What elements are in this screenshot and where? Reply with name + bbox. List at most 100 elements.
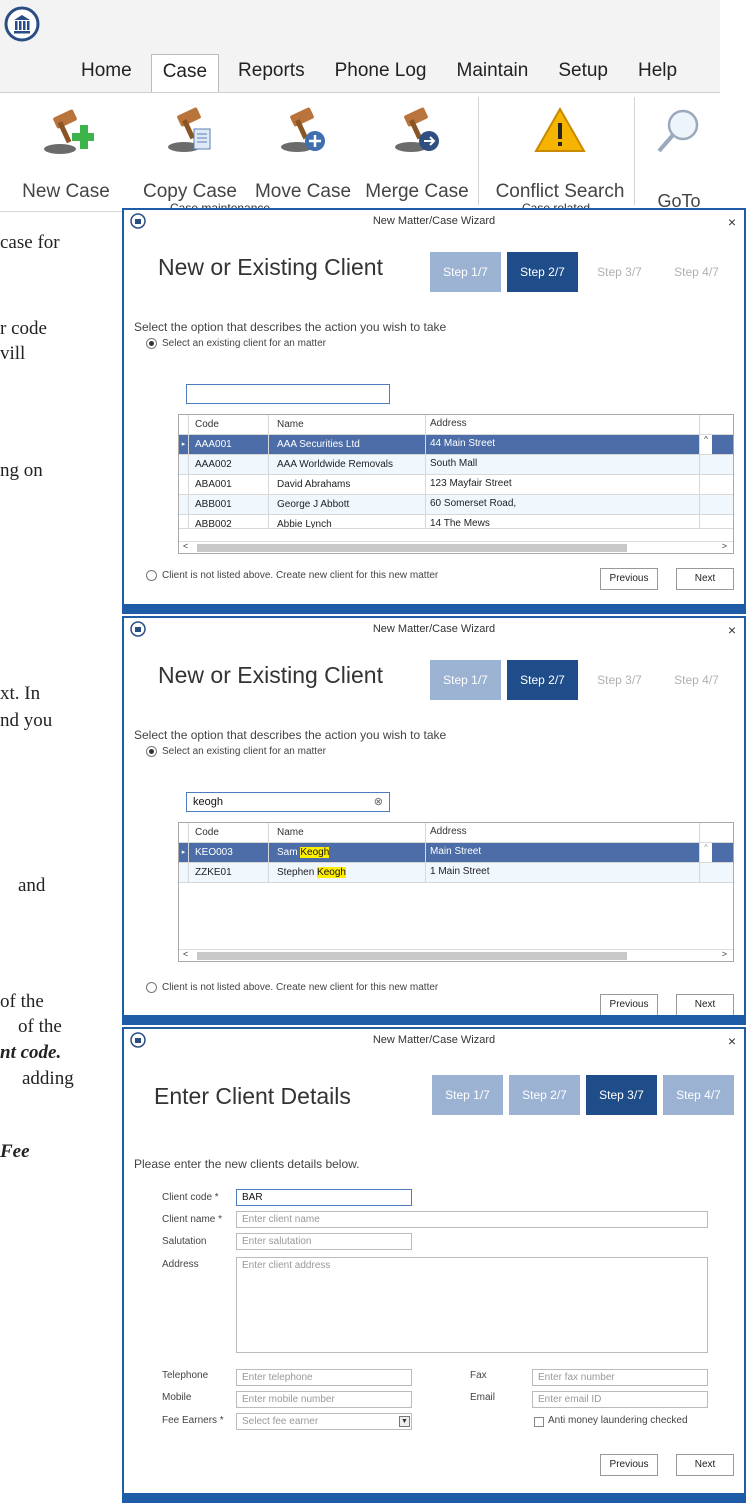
- tab-home[interactable]: Home: [70, 54, 143, 94]
- fax-field[interactable]: Enter fax number: [532, 1369, 708, 1386]
- cell-name: David Abrahams: [269, 475, 426, 494]
- grid-header: Code Name Address: [179, 823, 733, 843]
- mobile-field[interactable]: Enter mobile number: [236, 1391, 412, 1408]
- chevron-down-icon[interactable]: ▼: [399, 1416, 410, 1427]
- window-title: New Matter/Case Wizard: [372, 623, 496, 635]
- tab-maintain[interactable]: Maintain: [446, 54, 540, 94]
- window-footer: [124, 604, 744, 612]
- table-row[interactable]: AAA002 AAA Worldwide Removals South Mall: [179, 455, 733, 475]
- fee-earners-select[interactable]: Select fee earner: [236, 1413, 412, 1430]
- radio-unselected-icon[interactable]: [146, 982, 157, 993]
- cell-name: Sam Keogh: [269, 843, 426, 862]
- move-case-button[interactable]: Move Case: [243, 93, 363, 211]
- doc-text: vill: [0, 343, 26, 364]
- next-button[interactable]: Next: [676, 568, 734, 590]
- column-address[interactable]: Address: [426, 415, 700, 434]
- table-row[interactable]: ABB002 Abbie Lynch 14 The Mews: [179, 515, 733, 529]
- instruction-text: Select the option that describes the act…: [134, 320, 447, 334]
- next-button[interactable]: Next: [676, 1454, 734, 1476]
- scroll-thumb[interactable]: [197, 544, 627, 552]
- email-label: Email: [470, 1392, 496, 1403]
- scroll-left-icon[interactable]: <: [183, 541, 188, 551]
- copy-case-label: Copy Case: [143, 181, 237, 202]
- doc-text: nt code.: [0, 1042, 62, 1063]
- radio-existing-client[interactable]: Select an existing client for an matter: [146, 746, 326, 757]
- table-row[interactable]: ABB001 George J Abbott 60 Somerset Road,: [179, 495, 733, 515]
- radio-unselected-icon[interactable]: [146, 570, 157, 581]
- step-2: Step 2/7: [507, 252, 578, 292]
- table-row[interactable]: ZZKE01 Stephen Keogh 1 Main Street: [179, 863, 733, 883]
- previous-button[interactable]: Previous: [600, 1454, 658, 1476]
- radio-existing-label: Select an existing client for an matter: [162, 746, 326, 757]
- cell-code: AAA001: [189, 435, 269, 454]
- doc-text: r code: [0, 318, 47, 339]
- new-case-button[interactable]: New Case: [10, 93, 122, 211]
- close-icon[interactable]: ×: [728, 1030, 736, 1052]
- client-search-input[interactable]: [186, 384, 390, 404]
- column-address[interactable]: Address: [426, 823, 700, 842]
- column-code[interactable]: Code: [189, 823, 269, 842]
- scroll-up-icon[interactable]: ^: [700, 435, 712, 454]
- scroll-left-icon[interactable]: <: [183, 949, 188, 959]
- clear-search-icon[interactable]: ⊗: [374, 795, 383, 808]
- goto-button[interactable]: GoTo: [640, 93, 718, 211]
- fax-label: Fax: [470, 1370, 487, 1381]
- title-bar: New Matter/Case Wizard ×: [124, 1029, 744, 1053]
- scroll-right-icon[interactable]: >: [722, 541, 727, 551]
- scroll-thumb[interactable]: [197, 952, 627, 960]
- next-button[interactable]: Next: [676, 994, 734, 1016]
- copy-case-button[interactable]: Copy Case: [130, 93, 250, 211]
- table-row[interactable]: ▸ KEO003 Sam Keogh Main Street ^: [179, 843, 733, 863]
- telephone-label: Telephone: [162, 1370, 209, 1381]
- gavel-copy-icon: [168, 107, 211, 152]
- step-2: Step 2/7: [509, 1075, 580, 1115]
- column-code[interactable]: Code: [189, 415, 269, 434]
- doc-text: Fee: [0, 1141, 30, 1162]
- ribbon-body: New Case Copy Case Move Case Merge Case …: [0, 92, 720, 215]
- wizard-window-2: New Matter/Case Wizard × New or Existing…: [122, 616, 746, 1025]
- doc-text: of the: [0, 991, 44, 1012]
- app-logo-icon[interactable]: [4, 6, 40, 42]
- tab-setup[interactable]: Setup: [547, 54, 619, 94]
- column-name[interactable]: Name: [269, 415, 426, 434]
- address-field[interactable]: Enter client address: [236, 1257, 708, 1353]
- radio-existing-client[interactable]: Select an existing client for an matter: [146, 338, 326, 349]
- email-field[interactable]: Enter email ID: [532, 1391, 708, 1408]
- scroll-right-icon[interactable]: >: [722, 949, 727, 959]
- client-search-input[interactable]: keogh ⊗: [186, 792, 390, 812]
- step-1: Step 1/7: [432, 1075, 503, 1115]
- radio-selected-icon[interactable]: [146, 338, 157, 349]
- previous-button[interactable]: Previous: [600, 568, 658, 590]
- client-code-field[interactable]: BAR: [236, 1189, 412, 1206]
- wizard-window-1: New Matter/Case Wizard × New or Existing…: [122, 208, 746, 614]
- merge-case-button[interactable]: Merge Case: [357, 93, 477, 211]
- previous-button[interactable]: Previous: [600, 994, 658, 1016]
- page-heading: New or Existing Client: [158, 662, 383, 688]
- tab-phone-log[interactable]: Phone Log: [324, 54, 438, 94]
- horizontal-scrollbar[interactable]: < >: [179, 541, 733, 553]
- salutation-field[interactable]: Enter salutation: [236, 1233, 412, 1250]
- search-value: keogh: [193, 796, 223, 808]
- cell-code: KEO003: [189, 843, 269, 862]
- client-name-field[interactable]: Enter client name: [236, 1211, 708, 1228]
- horizontal-scrollbar[interactable]: < >: [179, 949, 733, 961]
- radio-new-client[interactable]: Client is not listed above. Create new c…: [146, 570, 438, 581]
- radio-selected-icon[interactable]: [146, 746, 157, 757]
- step-3: Step 3/7: [584, 660, 655, 700]
- tab-help[interactable]: Help: [627, 54, 688, 94]
- tab-reports[interactable]: Reports: [227, 54, 316, 94]
- aml-checkbox[interactable]: [534, 1417, 544, 1427]
- doc-text: adding: [22, 1068, 74, 1089]
- tab-case[interactable]: Case: [150, 54, 220, 94]
- telephone-field[interactable]: Enter telephone: [236, 1369, 412, 1386]
- column-name[interactable]: Name: [269, 823, 426, 842]
- close-icon[interactable]: ×: [728, 619, 736, 641]
- search-highlight: Keogh: [317, 867, 346, 878]
- scroll-up-icon[interactable]: ^: [700, 843, 712, 862]
- doc-text: case for: [0, 232, 60, 253]
- table-row[interactable]: ▸ AAA001 AAA Securities Ltd 44 Main Stre…: [179, 435, 733, 455]
- radio-new-client[interactable]: Client is not listed above. Create new c…: [146, 982, 438, 993]
- table-row[interactable]: ABA001 David Abrahams 123 Mayfair Street: [179, 475, 733, 495]
- close-icon[interactable]: ×: [728, 211, 736, 233]
- conflict-search-button[interactable]: Conflict Search: [490, 93, 630, 211]
